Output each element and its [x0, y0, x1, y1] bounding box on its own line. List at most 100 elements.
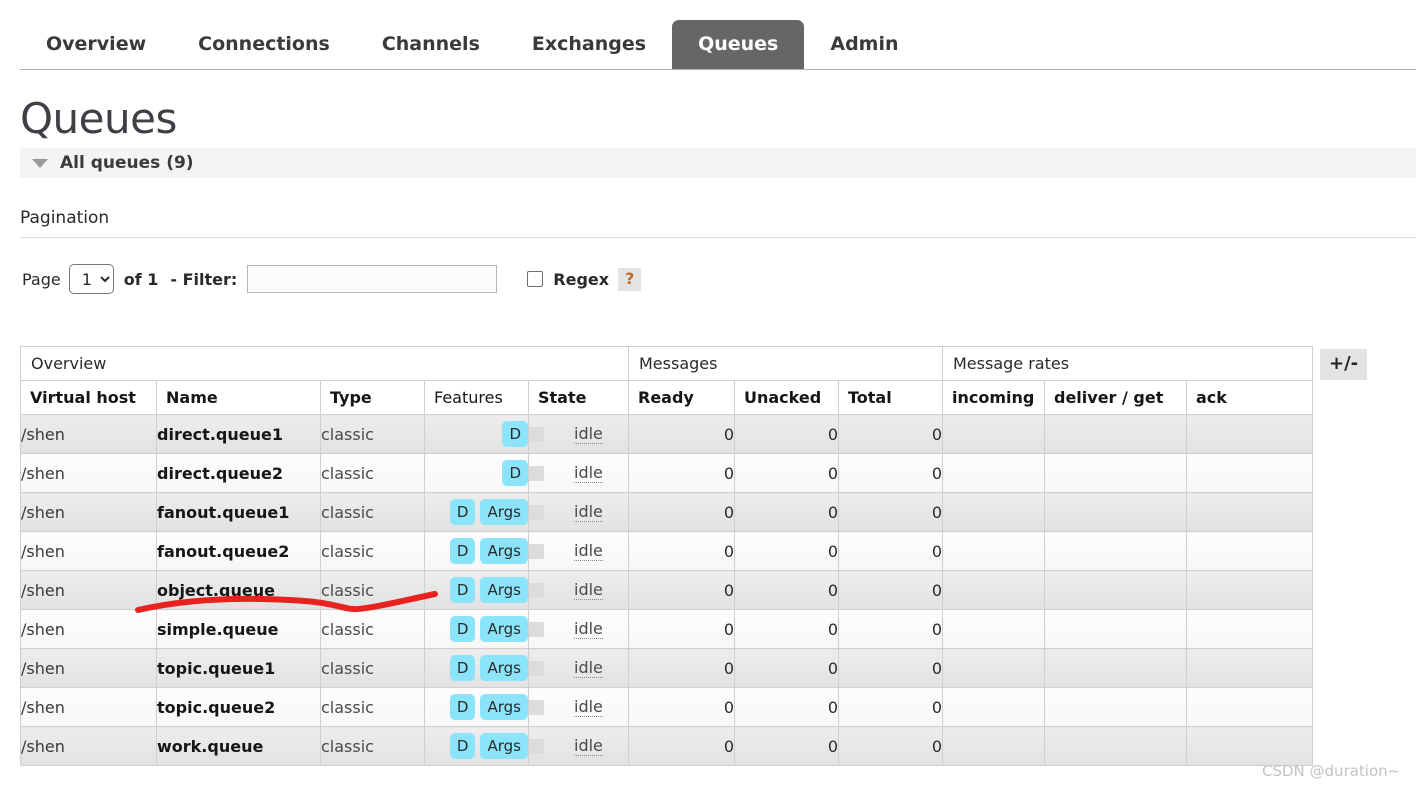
cell-queue-name[interactable]: object.queue: [156, 570, 321, 610]
toggle-columns-button[interactable]: +/-: [1320, 349, 1368, 380]
nav-tab-channels[interactable]: Channels: [356, 20, 506, 70]
cell-virtual-host: /shen: [20, 414, 157, 454]
nav-tab-exchanges[interactable]: Exchanges: [506, 20, 672, 70]
column-header-unacked[interactable]: Unacked: [734, 380, 839, 415]
filter-input[interactable]: [247, 265, 498, 293]
cell-ready: 0: [628, 453, 735, 493]
cell-unacked: 0: [734, 453, 839, 493]
feature-badge-d[interactable]: D: [449, 733, 476, 759]
feature-badge-d[interactable]: D: [502, 460, 528, 486]
state-indicator-icon: [529, 465, 544, 481]
cell-ready: 0: [628, 648, 735, 688]
all-queues-section-bar[interactable]: All queues (9): [20, 148, 1416, 178]
triangle-down-icon[interactable]: [32, 158, 48, 168]
cell-state: idle: [528, 648, 629, 688]
nav-tab-overview[interactable]: Overview: [20, 20, 172, 70]
feature-badge-d[interactable]: D: [502, 421, 528, 447]
state-label: idle: [574, 424, 603, 444]
feature-badge-args[interactable]: Args: [480, 694, 528, 720]
cell-ack: [1185, 570, 1314, 610]
cell-unacked: 0: [734, 531, 839, 571]
state-label: idle: [574, 463, 603, 483]
state-wrapper: idle: [529, 463, 628, 483]
cell-deliver-get: [1044, 531, 1187, 571]
nav-tab-queues[interactable]: Queues: [672, 20, 805, 70]
cell-incoming: [942, 414, 1045, 454]
feature-badge-args[interactable]: Args: [480, 655, 528, 681]
cell-incoming: [942, 648, 1045, 688]
cell-features: D Args: [424, 570, 529, 610]
column-header-ready[interactable]: Ready: [628, 380, 735, 415]
feature-badge-d[interactable]: D: [449, 616, 476, 642]
cell-total: 0: [838, 609, 943, 649]
column-header-incoming[interactable]: incoming: [942, 380, 1045, 415]
regex-checkbox[interactable]: [527, 271, 544, 287]
nav-tab-list: Overview Connections Channels Exchanges Queu…: [20, 20, 925, 70]
table-column-header-row: Virtual host Name Type Features State Ready Un…: [20, 380, 1314, 415]
cell-features: D Args: [424, 648, 529, 688]
cell-queue-name[interactable]: fanout.queue2: [156, 531, 321, 571]
feature-badge-d[interactable]: D: [449, 499, 476, 525]
column-header-type[interactable]: Type: [320, 380, 425, 415]
feature-badge-args[interactable]: Args: [480, 577, 528, 603]
cell-virtual-host: /shen: [20, 492, 157, 532]
state-wrapper: idle: [529, 736, 628, 756]
cell-queue-name[interactable]: work.queue: [156, 726, 321, 766]
cell-ack: [1185, 648, 1314, 688]
pagination-heading: Pagination: [20, 208, 110, 228]
nav-tab-connections[interactable]: Connections: [172, 20, 356, 70]
cell-features: D Args: [424, 492, 529, 532]
page-select[interactable]: 1: [68, 264, 114, 294]
column-header-name[interactable]: Name: [156, 380, 321, 415]
cell-queue-name[interactable]: topic.queue1: [156, 648, 321, 688]
regex-help-button[interactable]: ?: [618, 267, 642, 291]
state-wrapper: idle: [529, 541, 628, 561]
nav-tab-admin[interactable]: Admin: [804, 20, 924, 70]
state-label: idle: [574, 502, 603, 522]
cell-unacked: 0: [734, 492, 839, 532]
feature-badge-d[interactable]: D: [449, 655, 476, 681]
column-header-virtual-host[interactable]: Virtual host: [20, 380, 157, 415]
cell-queue-type: classic: [320, 648, 425, 688]
feature-badge-args[interactable]: Args: [480, 616, 528, 642]
cell-deliver-get: [1044, 453, 1187, 493]
feature-badge-args[interactable]: Args: [480, 499, 528, 525]
feature-badge-args[interactable]: Args: [480, 538, 528, 564]
cell-state: idle: [528, 609, 629, 649]
column-header-deliver-get[interactable]: deliver / get: [1044, 380, 1187, 415]
column-header-total[interactable]: Total: [838, 380, 943, 415]
group-header-overview: Overview: [20, 346, 629, 381]
cell-virtual-host: /shen: [20, 609, 157, 649]
cell-total: 0: [838, 414, 943, 454]
table-row: /shen fanout.queue1 classic D Args idle 0 0 0: [20, 492, 1314, 532]
queues-page: Overview Connections Channels Exchanges Queu…: [0, 0, 1416, 787]
cell-queue-name[interactable]: topic.queue2: [156, 687, 321, 727]
cell-queue-name[interactable]: fanout.queue1: [156, 492, 321, 532]
state-wrapper: idle: [529, 658, 628, 678]
state-indicator-icon: [529, 426, 544, 442]
pagination-controls: Page 1 of 1 - Filter: Regex ?: [22, 262, 642, 296]
cell-ack: [1185, 492, 1314, 532]
table-row: /shen topic.queue2 classic D Args idle 0 0 0: [20, 687, 1314, 727]
cell-state: idle: [528, 453, 629, 493]
cell-queue-type: classic: [320, 609, 425, 649]
column-header-state[interactable]: State: [528, 380, 629, 415]
cell-queue-type: classic: [320, 492, 425, 532]
column-header-ack[interactable]: ack: [1185, 380, 1314, 415]
cell-queue-name[interactable]: direct.queue1: [156, 414, 321, 454]
cell-queue-name[interactable]: simple.queue: [156, 609, 321, 649]
cell-unacked: 0: [734, 648, 839, 688]
state-label: idle: [574, 697, 603, 717]
cell-total: 0: [838, 648, 943, 688]
feature-badge-d[interactable]: D: [449, 538, 476, 564]
queues-table-wrap: Overview Messages Message rates Virtual ho…: [20, 346, 1314, 766]
nav-underline: [20, 69, 1416, 70]
cell-queue-name[interactable]: direct.queue2: [156, 453, 321, 493]
cell-state: idle: [528, 570, 629, 610]
feature-badge-args[interactable]: Args: [480, 733, 528, 759]
feature-badge-d[interactable]: D: [449, 694, 476, 720]
table-row: /shen work.queue classic D Args idle 0 0 0: [20, 726, 1314, 766]
cell-queue-type: classic: [320, 570, 425, 610]
feature-badge-d[interactable]: D: [449, 577, 476, 603]
cell-state: idle: [528, 726, 629, 766]
